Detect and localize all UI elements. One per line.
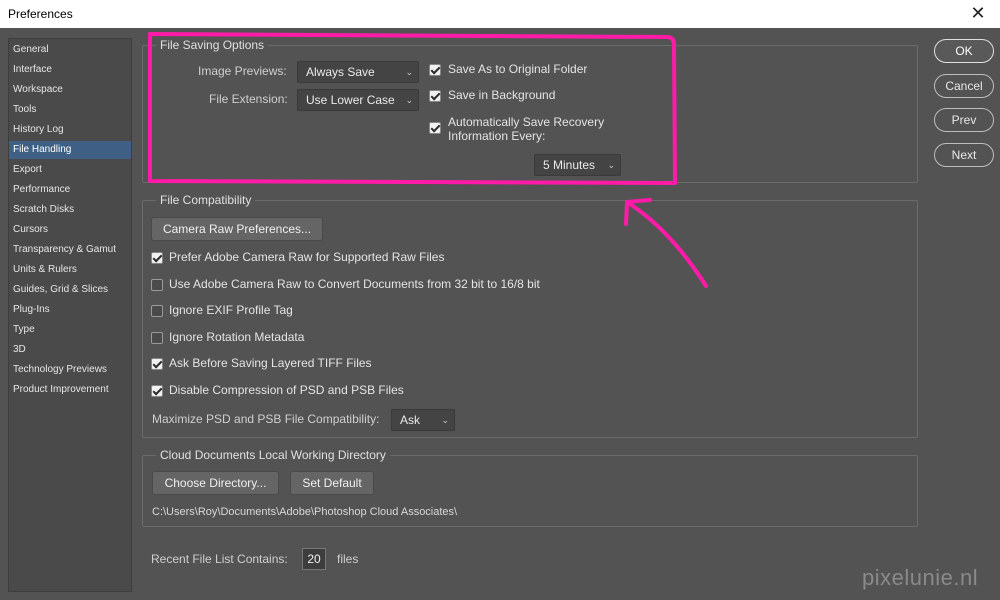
ask-layered-tiff-label: Ask Before Saving Layered TIFF Files xyxy=(169,356,372,370)
convert-32bit-label: Use Adobe Camera Raw to Convert Document… xyxy=(169,277,540,291)
prev-button[interactable]: Prev xyxy=(934,108,994,132)
sidebar-item-plug-ins[interactable]: Plug-Ins xyxy=(9,301,131,319)
sidebar-item-interface[interactable]: Interface xyxy=(9,61,131,79)
choose-directory-button[interactable]: Choose Directory... xyxy=(152,471,279,495)
recovery-interval-value: 5 Minutes xyxy=(543,158,596,172)
cloud-directory-path: C:\Users\Roy\Documents\Adobe\Photoshop C… xyxy=(152,506,458,518)
file-extension-select[interactable]: Use Lower Case ⌄ xyxy=(297,89,419,111)
image-previews-select[interactable]: Always Save ⌄ xyxy=(297,61,419,83)
auto-recovery-checkbox[interactable] xyxy=(429,122,441,134)
maximize-compat-select[interactable]: Ask ⌄ xyxy=(391,409,455,431)
close-icon[interactable]: ✕ xyxy=(968,3,988,23)
maximize-compat-label: Maximize PSD and PSB File Compatibility: xyxy=(152,412,380,426)
ok-button[interactable]: OK xyxy=(934,39,994,63)
ignore-exif-checkbox[interactable] xyxy=(151,305,163,317)
sidebar-item-scratch-disks[interactable]: Scratch Disks xyxy=(9,201,131,219)
cloud-documents-title: Cloud Documents Local Working Directory xyxy=(156,448,390,462)
save-background-label: Save in Background xyxy=(448,88,556,102)
sidebar-item-guides-grid-slices[interactable]: Guides, Grid & Slices xyxy=(9,281,131,299)
file-saving-options-title: File Saving Options xyxy=(156,38,269,52)
recovery-interval-select[interactable]: 5 Minutes ⌄ xyxy=(534,154,621,176)
image-previews-label: Image Previews: xyxy=(198,64,287,78)
disable-compression-label: Disable Compression of PSD and PSB Files xyxy=(169,383,404,397)
camera-raw-preferences-button[interactable]: Camera Raw Preferences... xyxy=(151,217,323,241)
chevron-down-icon: ⌄ xyxy=(405,67,413,77)
file-compatibility-title: File Compatibility xyxy=(156,193,256,207)
file-extension-value: Use Lower Case xyxy=(306,93,395,107)
sidebar-item-transparency-gamut[interactable]: Transparency & Gamut xyxy=(9,241,131,259)
ask-layered-tiff-checkbox[interactable] xyxy=(151,358,163,370)
sidebar-item-general[interactable]: General xyxy=(9,41,131,59)
image-previews-value: Always Save xyxy=(306,65,375,79)
set-default-button[interactable]: Set Default xyxy=(290,471,374,495)
sidebar-item-cursors[interactable]: Cursors xyxy=(9,221,131,239)
maximize-compat-value: Ask xyxy=(400,413,421,427)
ignore-rotation-label: Ignore Rotation Metadata xyxy=(169,330,305,344)
chevron-down-icon: ⌄ xyxy=(405,95,413,105)
sidebar-item-type[interactable]: Type xyxy=(9,321,131,339)
sidebar-item-tools[interactable]: Tools xyxy=(9,101,131,119)
window-title: Preferences xyxy=(8,7,73,21)
save-background-checkbox[interactable] xyxy=(429,90,441,102)
sidebar-item-workspace[interactable]: Workspace xyxy=(9,81,131,99)
preferences-sidebar: General Interface Workspace Tools Histor… xyxy=(8,38,132,592)
prefer-camera-raw-label: Prefer Adobe Camera Raw for Supported Ra… xyxy=(169,250,445,264)
sidebar-item-export[interactable]: Export xyxy=(9,161,131,179)
sidebar-item-file-handling[interactable]: File Handling xyxy=(9,141,131,159)
ignore-exif-label: Ignore EXIF Profile Tag xyxy=(169,303,293,317)
save-as-original-label: Save As to Original Folder xyxy=(448,62,588,76)
cancel-button[interactable]: Cancel xyxy=(934,74,994,98)
disable-compression-checkbox[interactable] xyxy=(151,385,163,397)
next-button[interactable]: Next xyxy=(934,143,994,167)
watermark: pixelunie.nl xyxy=(862,565,979,590)
file-extension-label: File Extension: xyxy=(209,92,288,106)
sidebar-item-history-log[interactable]: History Log xyxy=(9,121,131,139)
chevron-down-icon: ⌄ xyxy=(441,415,449,425)
window-titlebar: Preferences ✕ xyxy=(0,0,1000,28)
save-as-original-checkbox[interactable] xyxy=(429,64,441,76)
prefer-camera-raw-checkbox[interactable] xyxy=(151,252,163,264)
recent-file-count-input[interactable]: 20 xyxy=(302,548,326,570)
sidebar-item-3d[interactable]: 3D xyxy=(9,341,131,359)
recent-file-unit: files xyxy=(337,552,359,566)
auto-recovery-label-line1: Automatically Save Recovery xyxy=(448,115,605,129)
sidebar-item-product-improvement[interactable]: Product Improvement xyxy=(9,381,131,399)
ignore-rotation-checkbox[interactable] xyxy=(151,332,163,344)
recent-file-list-label: Recent File List Contains: xyxy=(151,552,288,566)
sidebar-item-units-rulers[interactable]: Units & Rulers xyxy=(9,261,131,279)
chevron-down-icon: ⌄ xyxy=(607,160,615,170)
convert-32bit-checkbox[interactable] xyxy=(151,279,163,291)
auto-recovery-label-line2: Information Every: xyxy=(448,129,546,143)
sidebar-item-technology-previews[interactable]: Technology Previews xyxy=(9,361,131,379)
sidebar-item-performance[interactable]: Performance xyxy=(9,181,131,199)
